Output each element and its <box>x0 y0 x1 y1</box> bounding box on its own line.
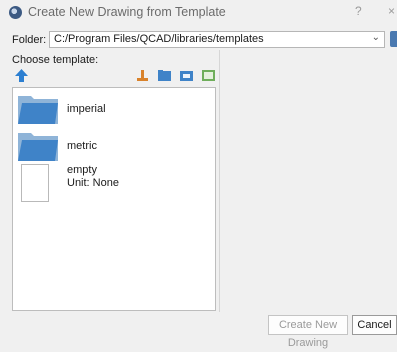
template-name: metric <box>67 140 97 152</box>
create-new-drawing-button[interactable]: Create New Drawing <box>268 315 348 349</box>
save-folder-icon[interactable] <box>179 68 194 83</box>
blank-page-icon <box>21 164 49 202</box>
template-name: empty <box>67 164 97 176</box>
folder-icon[interactable] <box>157 68 172 83</box>
panel-splitter[interactable] <box>219 50 220 312</box>
chevron-down-icon: ⌄ <box>371 32 380 43</box>
dialog-title: Create New Drawing from Template <box>28 5 226 19</box>
folder-icon <box>18 96 58 124</box>
browse-folder-icon[interactable] <box>390 31 397 47</box>
folder-label: Folder: <box>12 34 47 46</box>
choose-template-label: Choose template: <box>12 54 99 66</box>
template-name: imperial <box>67 103 106 115</box>
up-arrow-icon[interactable] <box>14 68 29 83</box>
cancel-button[interactable]: Cancel <box>352 315 397 335</box>
help-button[interactable]: ? <box>355 4 362 18</box>
import-icon[interactable] <box>135 68 150 83</box>
folder-icon <box>18 133 58 161</box>
folder-dropdown[interactable]: C:/Program Files/QCAD/libraries/template… <box>49 31 385 48</box>
folder-path-value: C:/Program Files/QCAD/libraries/template… <box>54 33 264 45</box>
close-button[interactable]: × <box>388 4 395 18</box>
image-preview-icon[interactable] <box>201 68 216 83</box>
title-bar: Create New Drawing from Template ? × <box>0 0 397 26</box>
template-list[interactable]: imperial metric empty Unit: None <box>12 87 216 311</box>
template-unit: Unit: None <box>67 177 119 189</box>
qcad-app-icon <box>9 6 22 19</box>
